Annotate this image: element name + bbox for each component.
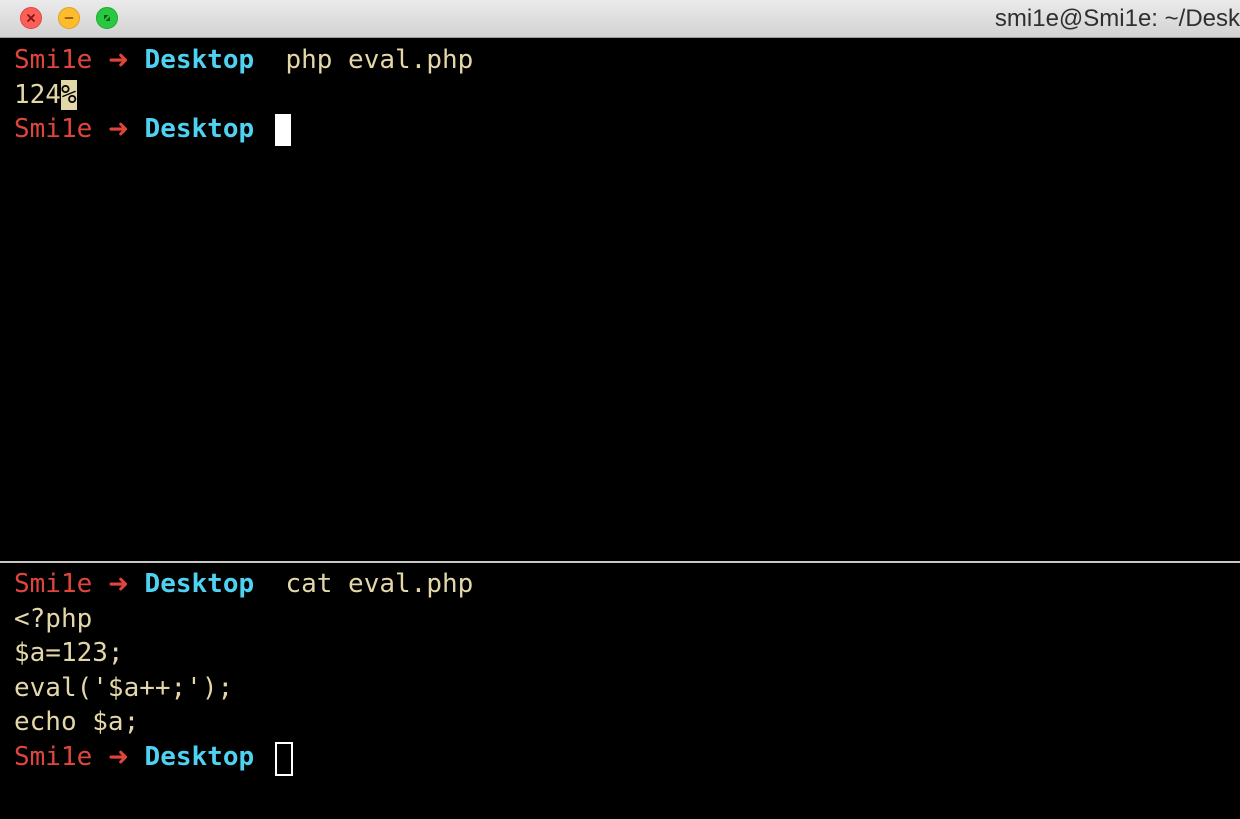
command-output: 124	[14, 80, 61, 110]
prompt-arrow-icon: ➜	[107, 742, 129, 771]
prompt-user: Smi1e	[14, 742, 93, 772]
prompt-directory: Desktop	[144, 742, 255, 772]
file-line: <?php	[14, 604, 93, 634]
prompt-arrow-icon: ➜	[107, 114, 129, 143]
output-line: 124%	[14, 78, 77, 112]
prompt-directory: Desktop	[144, 114, 255, 144]
text-cursor	[275, 114, 291, 146]
close-icon	[27, 14, 35, 22]
fullscreen-icon	[104, 15, 110, 21]
prompt-user: Smi1e	[14, 45, 93, 75]
title-bar[interactable]: smi1e@Smi1e: ~/Desk	[0, 0, 1240, 38]
prompt-line: Smi1e ➜ Desktop	[14, 112, 254, 146]
file-line: $a=123;	[14, 638, 124, 668]
minimize-icon	[64, 17, 74, 19]
minimize-button[interactable]	[58, 7, 80, 29]
terminal-pane-bottom[interactable]: Smi1e ➜ Desktop cat eval.php <?php $a=12…	[0, 563, 1240, 819]
text-cursor-inactive	[275, 742, 293, 776]
prompt-line: Smi1e ➜ Desktop	[14, 740, 254, 774]
prompt-line: Smi1e ➜ Desktop php eval.php	[14, 43, 473, 77]
fullscreen-button[interactable]	[96, 7, 118, 29]
terminal-pane-top[interactable]: Smi1e ➜ Desktop php eval.php 124% Smi1e …	[0, 39, 1240, 561]
prompt-directory: Desktop	[144, 45, 255, 75]
prompt-directory: Desktop	[144, 569, 255, 599]
prompt-arrow-icon: ➜	[107, 45, 129, 74]
prompt-user: Smi1e	[14, 114, 93, 144]
window-title: smi1e@Smi1e: ~/Desk	[994, 5, 1240, 32]
file-line: echo $a;	[14, 707, 140, 737]
prompt-line: Smi1e ➜ Desktop cat eval.php	[14, 567, 473, 601]
prompt-user: Smi1e	[14, 569, 93, 599]
close-button[interactable]	[20, 7, 42, 29]
no-newline-marker: %	[60, 80, 77, 110]
prompt-arrow-icon: ➜	[107, 569, 129, 598]
command-text: cat eval.php	[285, 569, 474, 599]
terminal-window: smi1e@Smi1e: ~/Desk Smi1e ➜ Desktop php …	[0, 0, 1240, 819]
command-text: php eval.php	[285, 45, 474, 75]
file-line: eval('$a++;');	[14, 673, 234, 703]
